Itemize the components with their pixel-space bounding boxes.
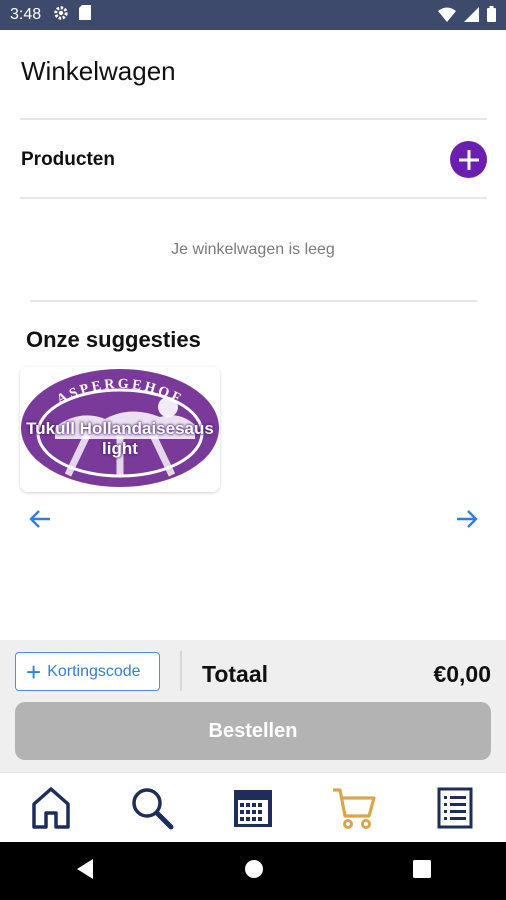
suggestions-title: Onze suggesties	[26, 327, 201, 352]
calendar-icon	[233, 790, 272, 827]
system-nav-bar	[0, 842, 506, 900]
total-value: €0,00	[433, 661, 491, 687]
divider	[20, 118, 487, 120]
back-icon[interactable]	[75, 858, 95, 885]
nav-search[interactable]	[122, 778, 182, 838]
page-title: Winkelwagen	[21, 56, 176, 86]
order-button[interactable]: Bestellen	[15, 702, 491, 760]
suggestion-card[interactable]: ASPERGEHOF Tukull Hollandaisesaus light	[20, 367, 220, 492]
battery-icon	[487, 6, 496, 27]
cart-icon	[333, 788, 376, 829]
home-circle-icon[interactable]	[244, 859, 264, 884]
nav-orders[interactable]	[425, 778, 485, 838]
plus-icon: +	[26, 656, 42, 687]
status-bar: 3:48	[0, 0, 506, 30]
carousel-prev-button[interactable]	[24, 503, 56, 535]
divider	[180, 651, 182, 691]
bottom-nav	[0, 772, 506, 843]
products-label: Producten	[21, 149, 115, 170]
total-label: Totaal	[202, 661, 269, 687]
suggestion-product-name: Tukull Hollandaisesaus light	[26, 419, 214, 458]
status-time: 3:48	[10, 6, 42, 23]
signal-icon	[464, 6, 479, 27]
nav-calendar[interactable]	[223, 778, 283, 838]
sd-card-icon	[79, 5, 92, 25]
nav-home[interactable]	[21, 778, 81, 838]
arrow-left-icon	[29, 510, 50, 528]
divider	[30, 300, 477, 302]
recents-icon[interactable]	[413, 859, 432, 883]
coupon-code-button[interactable]: + Kortingscode	[15, 652, 160, 691]
coupon-label: Kortingscode	[47, 662, 141, 680]
wifi-icon	[438, 7, 456, 27]
empty-cart-message: Je winkelwagen is leeg	[171, 241, 335, 258]
arrow-right-icon	[457, 510, 478, 528]
home-icon	[31, 787, 70, 829]
nav-cart[interactable]	[324, 778, 384, 838]
carousel-next-button[interactable]	[451, 503, 483, 535]
divider	[20, 197, 487, 199]
settings-gear-icon	[53, 5, 69, 26]
add-product-button[interactable]	[450, 141, 487, 178]
search-icon	[132, 788, 174, 830]
orders-list-icon	[437, 787, 473, 829]
plus-icon	[458, 149, 479, 170]
